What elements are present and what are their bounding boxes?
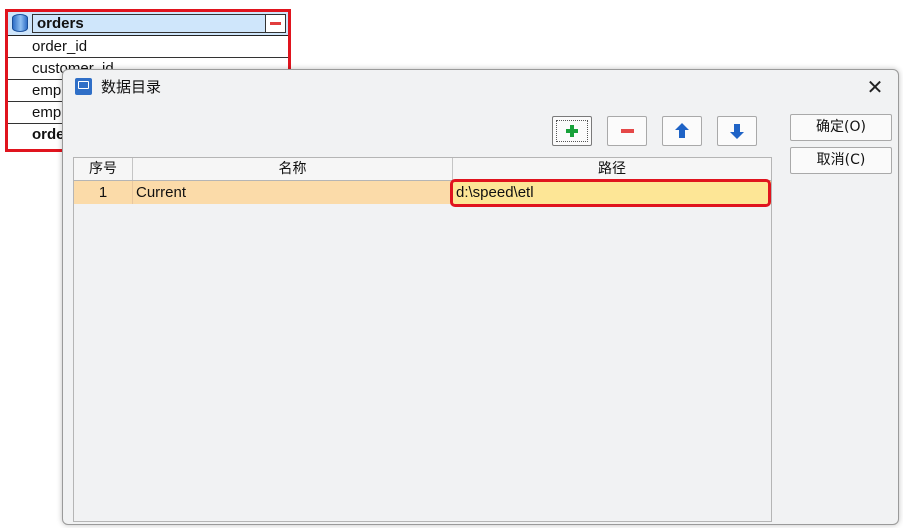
ok-button[interactable]: 确定(O) bbox=[790, 114, 892, 141]
table-title: orders bbox=[37, 15, 84, 32]
arrow-up-icon bbox=[675, 123, 689, 138]
minus-icon bbox=[621, 129, 634, 133]
collapse-button[interactable] bbox=[266, 14, 286, 33]
database-icon bbox=[12, 14, 28, 32]
row-index-cell[interactable]: 1 bbox=[74, 181, 133, 204]
column-header-name[interactable]: 名称 bbox=[133, 158, 453, 180]
table-header: orders bbox=[8, 12, 288, 36]
arrow-down-icon bbox=[730, 124, 744, 139]
move-up-button[interactable] bbox=[662, 116, 702, 146]
move-down-button[interactable] bbox=[717, 116, 757, 146]
column-header-path[interactable]: 路径 bbox=[453, 158, 771, 180]
add-button[interactable] bbox=[552, 116, 592, 146]
data-directory-dialog: 数据目录 ✕ 确定(O) 取消(C) 序号 名称 路径 1 Current d:… bbox=[62, 69, 899, 525]
close-icon[interactable]: ✕ bbox=[863, 75, 887, 99]
column-header-index[interactable]: 序号 bbox=[74, 158, 133, 180]
app-icon bbox=[75, 78, 92, 95]
grid-header: 序号 名称 路径 bbox=[74, 158, 771, 181]
name-cell[interactable]: Current bbox=[133, 181, 453, 204]
remove-button[interactable] bbox=[607, 116, 647, 146]
cancel-button[interactable]: 取消(C) bbox=[790, 147, 892, 174]
directory-grid: 序号 名称 路径 1 Current d:\speed\etl bbox=[73, 157, 772, 522]
dialog-title: 数据目录 bbox=[101, 78, 162, 96]
path-highlight-box bbox=[450, 179, 771, 207]
table-title-box[interactable]: orders bbox=[32, 14, 266, 33]
field-row[interactable]: order_id bbox=[8, 36, 288, 58]
